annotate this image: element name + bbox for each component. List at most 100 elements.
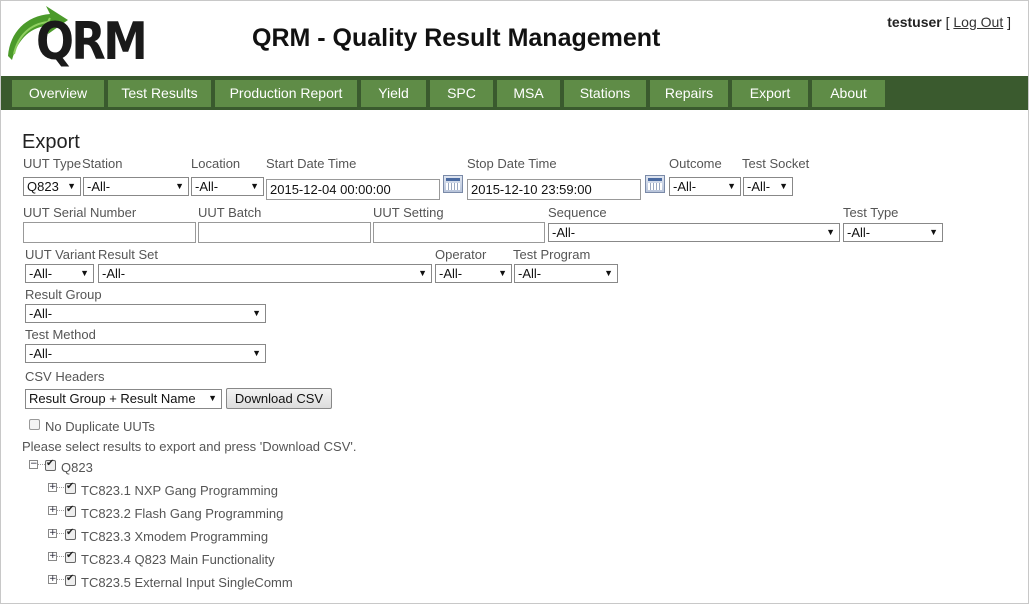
uut-type-label: UUT Type [23, 156, 82, 171]
dropdown-arrow-icon: ▼ [727, 181, 736, 191]
download-csv-button[interactable]: Download CSV [226, 388, 332, 409]
test-method-label: Test Method [25, 327, 96, 342]
plus-box-icon[interactable]: + [48, 552, 57, 561]
station-label: Station [82, 156, 123, 171]
tree-item-label: TC823.2 Flash Gang Programming [81, 506, 284, 521]
tree-item-label: TC823.3 Xmodem Programming [81, 529, 269, 544]
test-socket-label: Test Socket [742, 156, 810, 171]
dropdown-arrow-icon: ▼ [604, 268, 613, 278]
dropdown-arrow-icon: ▼ [80, 268, 89, 278]
sequence-select[interactable]: -All- ▼ [548, 223, 840, 242]
user-box: testuser [ Log Out ] [887, 14, 1011, 30]
plus-box-icon[interactable]: + [48, 529, 57, 538]
qrm-logo: QRM [4, 4, 154, 74]
tree-item-label: TC823.5 External Input SingleComm [81, 575, 293, 590]
bracket-close: ] [1007, 14, 1011, 30]
nav-test-results[interactable]: Test Results [108, 80, 211, 107]
nav-msa[interactable]: MSA [497, 80, 560, 107]
stop-date-label: Stop Date Time [467, 156, 557, 171]
variant-label: UUT Variant [25, 247, 96, 262]
serial-label: UUT Serial Number [23, 205, 137, 220]
csv-headers-select[interactable]: Result Group + Result Name ▼ [25, 389, 222, 409]
result-set-value: -All- [102, 266, 126, 281]
operator-label: Operator [435, 247, 487, 262]
location-label: Location [191, 156, 241, 171]
nav-export[interactable]: Export [732, 80, 808, 107]
username: testuser [887, 14, 942, 30]
uut-type-value: Q823 [27, 179, 59, 194]
calendar-icon[interactable] [645, 175, 665, 193]
nav-overview[interactable]: Overview [12, 80, 104, 107]
operator-select[interactable]: -All- ▼ [435, 264, 512, 283]
result-group-value: -All- [29, 306, 53, 321]
instructions-text: Please select results to export and pres… [22, 439, 357, 454]
tree-item-checkbox[interactable] [65, 504, 76, 517]
tree-root-checkbox[interactable] [45, 458, 56, 471]
test-program-label: Test Program [513, 247, 591, 262]
test-method-select[interactable]: -All- ▼ [25, 344, 266, 363]
plus-box-icon[interactable]: + [48, 483, 57, 492]
nav-repairs[interactable]: Repairs [650, 80, 728, 107]
tree-item-checkbox[interactable] [65, 550, 76, 563]
nav-stations[interactable]: Stations [564, 80, 646, 107]
dropdown-arrow-icon: ▼ [929, 227, 938, 237]
nav-yield[interactable]: Yield [361, 80, 426, 107]
nav-about[interactable]: About [812, 80, 885, 107]
plus-box-icon[interactable]: + [48, 575, 57, 584]
uut-type-select[interactable]: Q823 ▼ [23, 177, 81, 196]
variant-value: -All- [29, 266, 53, 281]
dropdown-arrow-icon: ▼ [779, 181, 788, 191]
result-set-select[interactable]: -All- ▼ [98, 264, 432, 283]
tree-item-label: TC823.4 Q823 Main Functionality [81, 552, 275, 567]
result-group-select[interactable]: -All- ▼ [25, 304, 266, 323]
variant-select[interactable]: -All- ▼ [25, 264, 94, 283]
test-type-label: Test Type [843, 205, 899, 220]
tree-item-checkbox[interactable] [65, 481, 76, 494]
setting-input[interactable] [373, 222, 545, 243]
test-socket-select[interactable]: -All- ▼ [743, 177, 793, 196]
no-duplicate-label: No Duplicate UUTs [45, 419, 155, 434]
nav-production-report[interactable]: Production Report [215, 80, 357, 107]
tree-root-label: Q823 [61, 460, 93, 475]
tree-item-label: TC823.1 NXP Gang Programming [81, 483, 279, 498]
test-type-value: -All- [847, 225, 871, 240]
outcome-select[interactable]: -All- ▼ [669, 177, 741, 196]
operator-value: -All- [439, 266, 463, 281]
dropdown-arrow-icon: ▼ [418, 268, 427, 278]
result-group-label: Result Group [25, 287, 102, 302]
location-select[interactable]: -All- ▼ [191, 177, 264, 196]
csv-headers-label: CSV Headers [25, 369, 105, 384]
batch-input[interactable] [198, 222, 371, 243]
minus-box-icon[interactable]: − [29, 460, 38, 469]
location-value: -All- [195, 179, 219, 194]
test-program-value: -All- [518, 266, 542, 281]
test-program-select[interactable]: -All- ▼ [514, 264, 618, 283]
calendar-icon[interactable] [443, 175, 463, 193]
sequence-label: Sequence [548, 205, 607, 220]
app-title: QRM - Quality Result Management [252, 24, 661, 52]
plus-box-icon[interactable]: + [48, 506, 57, 515]
dropdown-arrow-icon: ▼ [175, 181, 184, 191]
dropdown-arrow-icon: ▼ [252, 308, 261, 318]
dropdown-arrow-icon: ▼ [498, 268, 507, 278]
dropdown-arrow-icon: ▼ [826, 227, 835, 237]
batch-label: UUT Batch [198, 205, 262, 220]
outcome-label: Outcome [669, 156, 722, 171]
stop-date-input[interactable]: 2015-12-10 23:59:00 [467, 179, 641, 200]
no-duplicate-checkbox[interactable] [29, 419, 40, 430]
tree-item-checkbox[interactable] [65, 573, 76, 586]
start-date-label: Start Date Time [266, 156, 357, 171]
dropdown-arrow-icon: ▼ [67, 181, 76, 191]
tree-item-checkbox[interactable] [65, 527, 76, 540]
logout-link[interactable]: Log Out [953, 14, 1003, 30]
csv-headers-value: Result Group + Result Name [29, 391, 196, 406]
test-socket-value: -All- [747, 179, 771, 194]
start-date-input[interactable]: 2015-12-04 00:00:00 [266, 179, 440, 200]
nav-spc[interactable]: SPC [430, 80, 493, 107]
station-value: -All- [87, 179, 111, 194]
dropdown-arrow-icon: ▼ [250, 181, 259, 191]
station-select[interactable]: -All- ▼ [83, 177, 189, 196]
test-type-select[interactable]: -All- ▼ [843, 223, 943, 242]
serial-input[interactable] [23, 222, 196, 243]
sequence-value: -All- [552, 225, 576, 240]
